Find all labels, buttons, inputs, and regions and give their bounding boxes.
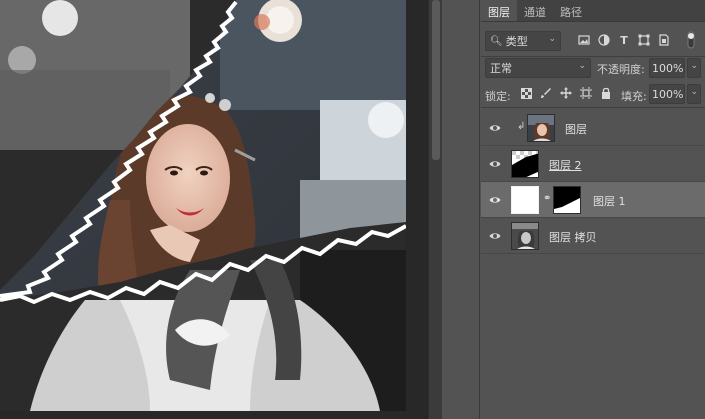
eye-visibility-icon[interactable] (489, 122, 501, 134)
opacity-input[interactable]: 100% (649, 58, 685, 78)
layer-thumbnail (511, 222, 539, 250)
eye-visibility-icon[interactable] (489, 194, 501, 206)
opacity-dropdown-button[interactable]: ⌄ (687, 58, 701, 78)
opacity-label: 不透明度: (597, 63, 645, 76)
layer-name[interactable]: 图层 2 (549, 157, 582, 173)
layer-name[interactable]: 图层 (565, 121, 587, 137)
lock-image-pixels-brush-icon[interactable] (539, 86, 553, 100)
canvas-vertical-scrollbar[interactable] (428, 0, 442, 419)
chevron-down-icon: ⌄ (548, 34, 556, 44)
eye-visibility-icon[interactable] (489, 230, 501, 242)
layer-name[interactable]: 图层 1 (593, 193, 626, 209)
fill-input[interactable]: 100% (649, 84, 685, 104)
clipping-mask-arrow-icon: ↲ (517, 121, 526, 132)
tab-channels[interactable]: 通道 (517, 0, 553, 21)
layer-name[interactable]: 图层 拷贝 (549, 229, 597, 245)
layer-filter-dropdown[interactable]: 🔍︎ 类型 ⌄ (485, 31, 561, 51)
fill-dropdown-button[interactable]: ⌄ (687, 84, 701, 104)
fill-label: 填充: (621, 90, 647, 103)
panel-tab-bar: 图层 通道 路径 (481, 0, 705, 22)
layer-thumbnail (511, 150, 539, 178)
search-icon: 🔍︎ (490, 35, 503, 47)
layer-row[interactable]: ↲ 图层 (481, 110, 705, 146)
type-layer-filter-icon[interactable]: T (617, 33, 631, 47)
lock-all-icon[interactable] (599, 86, 613, 100)
blend-mode-value: 正常 (490, 62, 512, 75)
scrollbar-thumb[interactable] (432, 0, 440, 160)
adjustment-layer-filter-icon[interactable] (597, 33, 611, 47)
chevron-down-icon: ⌄ (578, 61, 586, 71)
document-image[interactable] (0, 0, 406, 411)
divider (481, 107, 705, 108)
divider (481, 56, 705, 57)
filter-kind-label: 类型 (505, 35, 528, 48)
chevron-down-icon: ⌄ (690, 87, 698, 97)
lock-transparent-pixels-icon[interactable] (519, 86, 533, 100)
blend-mode-dropdown[interactable]: 正常 ⌄ (485, 58, 591, 78)
layers-panel: 图层 通道 路径 🔍︎ 类型 ⌄ T 正常 ⌄ 不透明度: 100% ⌄ 锁定: (481, 0, 705, 419)
lock-label: 锁定: (485, 90, 511, 103)
eye-visibility-icon[interactable] (489, 158, 501, 170)
tab-paths[interactable]: 路径 (553, 0, 589, 21)
layer-row[interactable]: 图层 拷贝 (481, 218, 705, 254)
tab-layers[interactable]: 图层 (481, 0, 517, 21)
lock-artboard-icon[interactable] (579, 86, 593, 100)
smart-object-filter-icon[interactable] (657, 33, 671, 47)
filter-toggle-switch[interactable] (686, 31, 696, 49)
chevron-down-icon: ⌄ (690, 61, 698, 71)
opacity-value: 100% (652, 61, 684, 75)
panel-gutter (442, 0, 480, 419)
layer-thumbnail (527, 114, 555, 142)
layer-thumbnail (511, 186, 539, 214)
layer-row-selected[interactable]: ⚭ 图层 1 (481, 182, 705, 218)
pixel-layer-filter-icon[interactable] (577, 33, 591, 47)
document-canvas-area[interactable] (0, 0, 428, 419)
fill-value: 100% (652, 87, 684, 101)
mask-link-chain-icon[interactable]: ⚭ (543, 193, 551, 204)
shape-layer-filter-icon[interactable] (637, 33, 651, 47)
layer-mask-thumbnail[interactable] (553, 186, 581, 214)
lock-position-move-icon[interactable] (559, 86, 573, 100)
layer-row[interactable]: 图层 2 (481, 146, 705, 182)
